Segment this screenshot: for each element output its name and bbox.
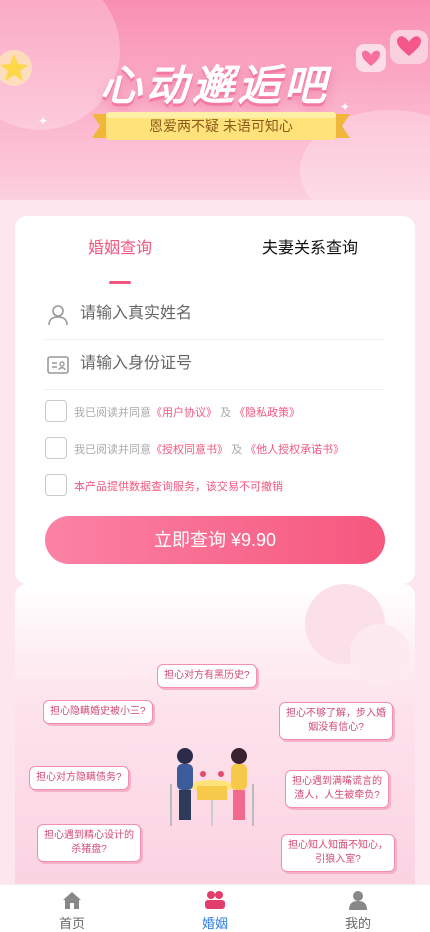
banner-ribbon: 恩爱两不疑 未语可知心 bbox=[92, 110, 350, 142]
query-tabs: 婚姻查询 夫妻关系查询 bbox=[15, 234, 415, 284]
agreement-and: 及 bbox=[220, 407, 232, 419]
banner-subtitle: 恩爱两不疑 未语可知心 bbox=[149, 118, 293, 134]
agreement-row-notice: 本产品提供数据查询服务，该交易不可撤销 bbox=[45, 474, 395, 498]
user-icon bbox=[48, 305, 68, 326]
id-field bbox=[45, 340, 385, 390]
worry-text: 担心遇到精心设计的 bbox=[44, 830, 134, 841]
worry-bubble: 担心遇到满嘴谎言的 渣人，人生被牵负? bbox=[285, 770, 389, 808]
id-number-input[interactable] bbox=[80, 350, 370, 378]
banner-title: 心动邂逅吧 bbox=[99, 61, 330, 110]
worry-text: 担心不够了解，步入婚 bbox=[286, 708, 386, 719]
agreement-and: 及 bbox=[231, 444, 243, 456]
person-icon bbox=[349, 891, 367, 910]
privacy-policy-link[interactable]: 《隐私政策》 bbox=[234, 407, 300, 419]
name-field bbox=[45, 290, 385, 340]
sparkle-icon: ✦ bbox=[38, 114, 49, 128]
couple-icon bbox=[205, 891, 225, 909]
tab-home[interactable]: 首页 bbox=[32, 889, 112, 932]
third-party-authorization-link[interactable]: 《他人授权承诺书》 bbox=[245, 444, 344, 456]
notice-checkbox[interactable] bbox=[45, 474, 67, 496]
worry-bubble: 担心遇到精心设计的 杀猪盘? bbox=[37, 824, 141, 862]
flower-decoration bbox=[305, 584, 410, 684]
irrevocable-notice: 本产品提供数据查询服务，该交易不可撤销 bbox=[74, 481, 283, 493]
agreement-prefix: 我已阅读并同意 bbox=[74, 407, 151, 419]
worry-text: 担心遇到满嘴谎言的 bbox=[292, 776, 382, 787]
tab-home-label: 首页 bbox=[58, 916, 85, 931]
terms-checkbox[interactable] bbox=[45, 400, 67, 422]
dating-couple-illustration bbox=[170, 748, 254, 826]
submit-query-button[interactable]: 立即查询 ¥9.90 bbox=[45, 516, 385, 564]
worry-bubble: 担心隐瞒婚史被小三? bbox=[43, 700, 153, 724]
worry-bubble: 担心不够了解，步入婚 姻没有信心? bbox=[279, 702, 393, 740]
bottom-tab-bar: 首页 婚姻 我的 bbox=[0, 884, 430, 932]
user-agreement-link[interactable]: 《用户协议》 bbox=[151, 407, 217, 419]
query-form-card: 婚姻查询 夫妻关系查询 我已阅读并同意《用户协议》 及 《隐私政策》 bbox=[15, 216, 415, 584]
worry-text: 担心知人知面不知心， bbox=[288, 840, 388, 851]
active-tab-indicator bbox=[109, 281, 131, 284]
home-icon bbox=[63, 892, 81, 909]
agreement-row-authorization: 我已阅读并同意《授权同意书》 及 《他人授权承诺书》 bbox=[45, 437, 395, 461]
header-banner: ✦ ✦ 心动邂逅吧 恩爱两不疑 未语可知心 bbox=[0, 0, 430, 200]
name-input[interactable] bbox=[80, 300, 370, 328]
worry-bubble: 担心对方有黑历史? bbox=[157, 664, 257, 688]
worry-bubble: 担心对方隐瞒债务? bbox=[29, 766, 129, 790]
worry-text: 引狼入室? bbox=[315, 854, 361, 865]
worry-text: 姻没有信心? bbox=[308, 722, 364, 733]
agreement-text: 我已阅读并同意《用户协议》 及 《隐私政策》 bbox=[74, 404, 300, 420]
tab-marriage-label: 婚姻 bbox=[201, 916, 228, 931]
worries-illustration: 担心对方有黑历史? 担心隐瞒婚史被小三? 担心不够了解，步入婚 姻没有信心? 担… bbox=[15, 584, 415, 884]
agreement-prefix: 我已阅读并同意 bbox=[74, 444, 151, 456]
agreement-row-terms: 我已阅读并同意《用户协议》 及 《隐私政策》 bbox=[45, 400, 395, 424]
worry-text: 杀猪盘? bbox=[71, 844, 107, 855]
agreement-text: 我已阅读并同意《授权同意书》 及 《他人授权承诺书》 bbox=[74, 441, 344, 457]
tab-mine[interactable]: 我的 bbox=[318, 889, 398, 932]
authorization-checkbox[interactable] bbox=[45, 437, 67, 459]
tab-couple-relation-query[interactable]: 夫妻关系查询 bbox=[210, 234, 410, 258]
authorization-consent-link[interactable]: 《授权同意书》 bbox=[151, 444, 228, 456]
tab-marriage-query[interactable]: 婚姻查询 bbox=[20, 234, 220, 258]
worry-text: 渣人，人生被牵负? bbox=[294, 790, 380, 801]
id-card-icon bbox=[47, 356, 69, 374]
worry-bubble: 担心知人知面不知心， 引狼入室? bbox=[281, 834, 395, 872]
tab-mine-label: 我的 bbox=[344, 916, 371, 931]
tab-marriage[interactable]: 婚姻 bbox=[175, 889, 255, 932]
